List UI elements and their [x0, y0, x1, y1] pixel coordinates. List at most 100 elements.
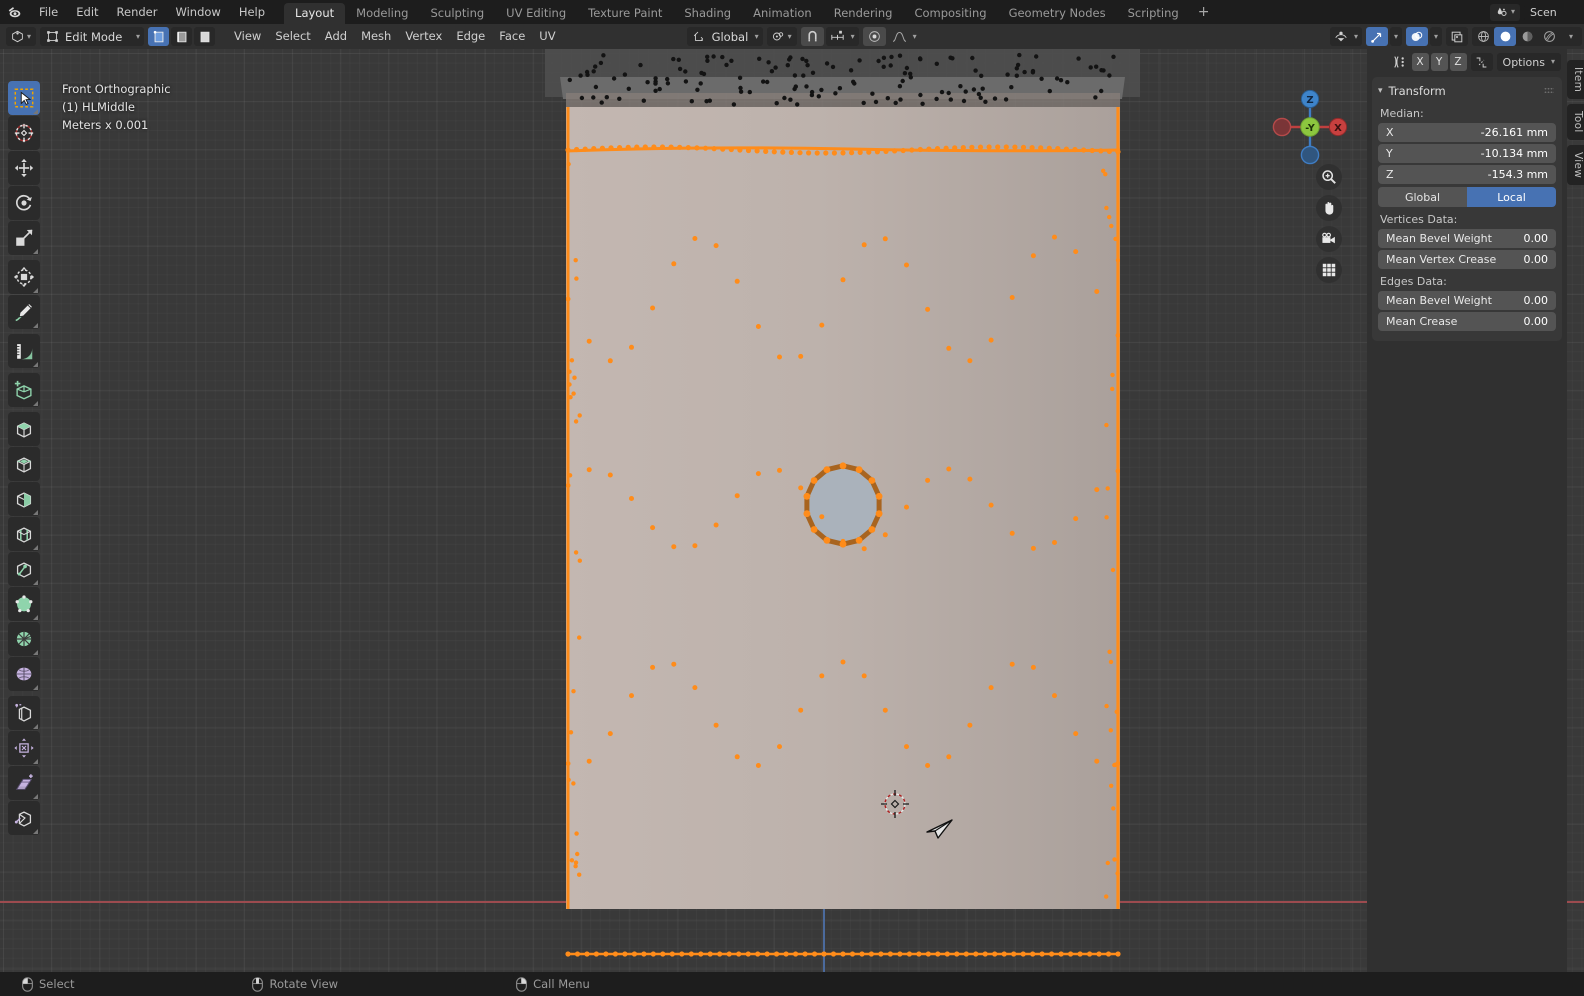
- proportional-falloff-selector[interactable]: ▾: [887, 27, 921, 46]
- viewport-menu-mesh[interactable]: Mesh: [354, 27, 398, 46]
- transform-space-local[interactable]: Local: [1467, 187, 1556, 207]
- face-select-mode-button[interactable]: [194, 27, 216, 46]
- workspace-tab-shading[interactable]: Shading: [673, 3, 742, 24]
- axis-button-y[interactable]: Y: [1430, 53, 1448, 71]
- tool-bevel[interactable]: [8, 482, 40, 516]
- solid-shading-button[interactable]: [1494, 27, 1516, 46]
- viewport-menu-uv[interactable]: UV: [532, 27, 562, 46]
- sidebar-tab-view[interactable]: View: [1567, 144, 1584, 185]
- 3d-viewport[interactable]: Front Orthographic (1) HLMiddle Meters x…: [0, 49, 1584, 972]
- tool-poly-build[interactable]: [8, 587, 40, 621]
- move-view-button[interactable]: [1316, 195, 1342, 221]
- workspace-tab-texture-paint[interactable]: Texture Paint: [577, 3, 673, 24]
- viewport-toolbar: [8, 81, 40, 836]
- edges-data-fields: Mean Bevel Weight 0.00 Mean Crease 0.00: [1378, 291, 1556, 331]
- mirror-button[interactable]: [1470, 53, 1493, 71]
- tool-edge-slide[interactable]: [8, 696, 40, 730]
- tool-extrude-region[interactable]: [8, 412, 40, 446]
- tool-add-cube[interactable]: [8, 373, 40, 407]
- viewport-menu-edge[interactable]: Edge: [449, 27, 492, 46]
- tool-tweak[interactable]: [8, 81, 40, 115]
- median-field-x[interactable]: X -26.161 mm: [1378, 123, 1556, 142]
- tool-annotate[interactable]: [8, 295, 40, 329]
- tool-spin[interactable]: [8, 622, 40, 656]
- workspace-tab-animation[interactable]: Animation: [742, 3, 823, 24]
- tool-transform[interactable]: [8, 260, 40, 294]
- options-dropdown[interactable]: Options ▾: [1496, 53, 1561, 71]
- tool-cursor[interactable]: [8, 116, 40, 150]
- toggle-orthographic-button[interactable]: [1316, 257, 1342, 283]
- edges-field-mean-bevel-weight[interactable]: Mean Bevel Weight 0.00: [1378, 291, 1556, 310]
- transform-space-global[interactable]: Global: [1378, 187, 1467, 207]
- tool-knife[interactable]: [8, 552, 40, 586]
- menu-edit[interactable]: Edit: [67, 0, 107, 24]
- shading-options-dropdown[interactable]: ▾: [1560, 27, 1582, 46]
- viewport-menu-vertex[interactable]: Vertex: [398, 27, 449, 46]
- pivot-point-selector[interactable]: ▾: [766, 27, 797, 46]
- panel-grip[interactable]: [1544, 87, 1554, 94]
- gizmo-options-dropdown[interactable]: ▾: [1389, 27, 1402, 46]
- transform-orientation-selector[interactable]: Global ▾: [686, 27, 763, 46]
- menu-render[interactable]: Render: [108, 0, 167, 24]
- workspace-tab-uv-editing[interactable]: UV Editing: [495, 3, 577, 24]
- gizmo-toggle-button[interactable]: [1365, 27, 1388, 46]
- tool-shrink-fatten[interactable]: [8, 731, 40, 765]
- proportional-edit-button[interactable]: [862, 27, 886, 46]
- viewport-menu-select[interactable]: Select: [268, 27, 317, 46]
- object-visibility-selector[interactable]: ▾: [1329, 27, 1362, 46]
- add-workspace-button[interactable]: +: [1190, 3, 1218, 24]
- workspace-tab-geometry-nodes[interactable]: Geometry Nodes: [998, 3, 1117, 24]
- menu-window[interactable]: Window: [166, 0, 229, 24]
- viewport-menu-add[interactable]: Add: [318, 27, 354, 46]
- overlays-toggle-button[interactable]: [1405, 27, 1428, 46]
- wireframe-shading-button[interactable]: [1472, 27, 1494, 46]
- tool-move[interactable]: [8, 151, 40, 185]
- xray-toggle-button[interactable]: [1446, 27, 1468, 46]
- mode-selector[interactable]: Edit Mode ▾: [40, 27, 145, 46]
- vertices-field-mean-bevel-weight[interactable]: Mean Bevel Weight 0.00: [1378, 229, 1556, 248]
- snap-magnet-icon: [808, 30, 817, 42]
- tool-loop-cut[interactable]: [8, 517, 40, 551]
- tool-rotate[interactable]: [8, 186, 40, 220]
- camera-view-button[interactable]: [1316, 226, 1342, 252]
- sidebar-tab-tool[interactable]: Tool: [1567, 104, 1584, 140]
- axis-button-z[interactable]: Z: [1449, 53, 1467, 71]
- tool-rip-region[interactable]: [8, 801, 40, 835]
- edges-field-mean-crease[interactable]: Mean Crease 0.00: [1378, 312, 1556, 331]
- tool-shear[interactable]: [8, 766, 40, 800]
- vertices-field-mean-vertex-crease[interactable]: Mean Vertex Crease 0.00: [1378, 250, 1556, 269]
- edge-select-mode-button[interactable]: [171, 27, 193, 46]
- tool-smooth[interactable]: [8, 657, 40, 691]
- menu-file[interactable]: File: [30, 0, 67, 24]
- mesh-snap-icon[interactable]: [1392, 54, 1408, 70]
- workspace-tab-rendering[interactable]: Rendering: [823, 3, 904, 24]
- tool-inset-faces[interactable]: [8, 447, 40, 481]
- snap-target-selector[interactable]: ▾: [825, 27, 859, 46]
- transform-panel-title[interactable]: ▾ Transform: [1378, 81, 1556, 101]
- menu-help[interactable]: Help: [230, 0, 274, 24]
- workspace-tab-modeling[interactable]: Modeling: [345, 3, 419, 24]
- blender-logo-icon[interactable]: [0, 4, 30, 20]
- vertex-select-mode-button[interactable]: [148, 27, 170, 46]
- editor-type-selector[interactable]: ▾: [6, 27, 37, 46]
- sidebar-tab-item[interactable]: Item: [1567, 60, 1584, 100]
- rendered-shading-button[interactable]: [1538, 27, 1560, 46]
- overlays-options-dropdown[interactable]: ▾: [1429, 27, 1442, 46]
- tool-measure[interactable]: [8, 334, 40, 368]
- viewport-menu-face[interactable]: Face: [492, 27, 532, 46]
- axis-button-x[interactable]: X: [1411, 53, 1429, 71]
- median-field-z[interactable]: Z -154.3 mm: [1378, 165, 1556, 184]
- navigation-gizmo[interactable]: Z X -Y: [1268, 85, 1352, 169]
- scene-name-field[interactable]: Scen: [1524, 3, 1582, 21]
- snap-toggle-button[interactable]: [800, 27, 824, 46]
- median-field-y[interactable]: Y -10.134 mm: [1378, 144, 1556, 163]
- workspace-tab-compositing[interactable]: Compositing: [903, 3, 997, 24]
- workspace-tab-layout[interactable]: Layout: [284, 3, 346, 24]
- material-preview-shading-button[interactable]: [1516, 27, 1538, 46]
- workspace-tab-scripting[interactable]: Scripting: [1117, 3, 1190, 24]
- scene-selector[interactable]: ▾: [1489, 3, 1520, 21]
- workspace-tab-sculpting[interactable]: Sculpting: [419, 3, 495, 24]
- viewport-header-right: ▾ ▾ ▾ ▾: [1329, 24, 1582, 49]
- viewport-menu-view[interactable]: View: [227, 27, 268, 46]
- tool-scale[interactable]: [8, 221, 40, 255]
